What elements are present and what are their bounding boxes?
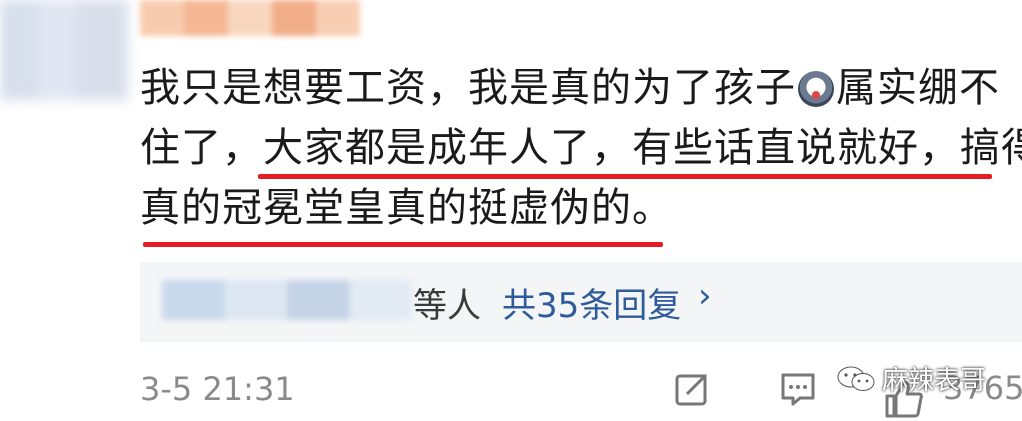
shocked-dog-emoji-icon [798,71,834,107]
comment-line-1-text: 我只是想要工资，我是真的为了孩子 [140,65,796,111]
comment-line-2: 住了，大家都是成年人了，有些话直说就好，搞得 [140,125,1022,171]
wechat-icon [837,366,875,391]
reply-usernames-blurred [162,280,412,320]
comment-timestamp: 3-5 21:31 [140,370,295,408]
reply-suffix: 等人 [413,286,481,326]
watermark: 麻辣表哥 [836,360,986,397]
comment-text: 我只是想要工资，我是真的为了孩子 属实绷不 住了，大家都是成年人了，有些话直说就好… [140,58,1022,238]
comment-line-1: 我只是想要工资，我是真的为了孩子 属实绷不 [140,58,1010,118]
avatar[interactable] [0,0,128,100]
comment-line-3: 真的冠冕堂皇真的挺虚伪的。 [140,185,673,231]
share-icon[interactable] [674,371,710,407]
username-blurred[interactable] [140,0,360,36]
replies-preview[interactable]: 等人 共35条回复 › [140,262,1022,342]
red-underline-annotation [143,242,663,247]
watermark-text: 麻辣表哥 [882,366,987,396]
view-replies-link[interactable]: 共35条回复 [502,278,681,327]
chevron-right-icon[interactable]: › [698,276,712,316]
comment-icon[interactable] [780,371,816,407]
comment-line-1-tail: 属实绷不 [836,65,1000,111]
red-underline-annotation [258,174,992,179]
